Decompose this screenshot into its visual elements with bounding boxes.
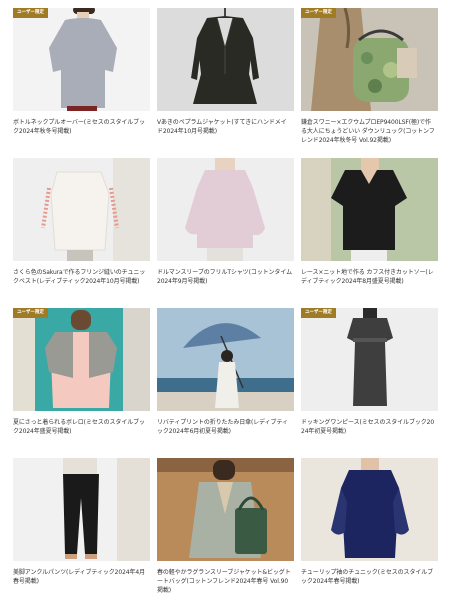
article-card[interactable]: ユーザー限定 夏にさっと着られるボレロ(ミセスのスタイルブック2024年盛夏号掲… [13, 308, 150, 458]
navy-tunic-photo [301, 458, 438, 561]
article-title: 夏にさっと着られるボレロ(ミセスのスタイルブック2024年盛夏号掲載) [13, 419, 145, 435]
raglan-jacket-bag-photo [157, 458, 294, 561]
article-grid: ユーザー限定 ボトルネックプルオーバー(ミセスのスタイルブック2024年秋冬号掲… [13, 8, 438, 608]
bolero-photo: ユーザー限定 [13, 308, 150, 411]
article-title: 鎌倉スワニー×エクウムプロEP9400LSF(極)で作る大人にちょうどいい ダウ… [301, 119, 435, 144]
member-only-badge: ユーザー限定 [13, 308, 48, 318]
article-title: さくら色のSakuraで作るフリンジ縫いのチュニックベスト(レディブティック20… [13, 269, 146, 285]
article-card[interactable]: ユーザー限定 鎌倉スワニー×エクウムプロEP9400LSF(極)で作る大人にちょ… [301, 8, 438, 158]
member-only-badge: ユーザー限定 [301, 8, 336, 18]
article-title: ドッキングワンピース(ミセスのスタイルブック2024年初夏号掲載) [301, 419, 435, 435]
parasol-photo [157, 308, 294, 411]
article-card[interactable]: リバティプリントの折りたたみ日傘(レディブティック2024年6月初夏号掲載) [157, 308, 294, 458]
article-card[interactable]: 春の軽やかラグランスリーブジャケット&ビッグトートバッグ(コットンフレンド202… [157, 458, 294, 608]
member-only-badge: ユーザー限定 [301, 308, 336, 318]
article-title: レース×ニット地で作る カフス付きカットソー(レディブティック2024年8月盛夏… [301, 269, 434, 285]
article-card[interactable]: ドルマンスリーブのフリルTシャツ(コットンタイム2024年9月号掲載) [157, 158, 294, 308]
article-title: 美脚アンクルパンツ(レディブティック2024年4月春号掲載) [13, 569, 146, 585]
member-only-badge: ユーザー限定 [13, 8, 48, 18]
article-title: ドルマンスリーブのフリルTシャツ(コットンタイム2024年9月号掲載) [157, 269, 293, 285]
pink-frill-tee-photo [157, 158, 294, 261]
grey-pullover-photo: ユーザー限定 [13, 8, 150, 111]
article-card[interactable]: ユーザー限定 ボトルネックプルオーバー(ミセスのスタイルブック2024年秋冬号掲… [13, 8, 150, 158]
article-card[interactable]: Vあきのペプラムジャケット(すてきにハンドメイド2024年10月号掲載) [157, 8, 294, 158]
article-card[interactable]: レース×ニット地で作る カフス付きカットソー(レディブティック2024年8月盛夏… [301, 158, 438, 308]
article-card[interactable]: 美脚アンクルパンツ(レディブティック2024年4月春号掲載) [13, 458, 150, 608]
article-title: チューリップ袖のチュニック(ミセスのスタイルブック2024年春号掲載) [301, 569, 434, 585]
dark-peplum-jacket-photo [157, 8, 294, 111]
article-card[interactable]: ユーザー限定 ドッキングワンピース(ミセスのスタイルブック2024年初夏号掲載) [301, 308, 438, 458]
ankle-pants-photo [13, 458, 150, 561]
docking-dress-photo: ユーザー限定 [301, 308, 438, 411]
backpack-photo: ユーザー限定 [301, 8, 438, 111]
article-title: リバティプリントの折りたたみ日傘(レディブティック2024年6月初夏号掲載) [157, 419, 288, 435]
article-card[interactable]: チューリップ袖のチュニック(ミセスのスタイルブック2024年春号掲載) [301, 458, 438, 608]
article-title: 春の軽やかラグランスリーブジャケット&ビッグトートバッグ(コットンフレンド202… [157, 569, 291, 594]
article-title: ボトルネックプルオーバー(ミセスのスタイルブック2024年秋冬号掲載) [13, 119, 145, 135]
black-lace-top-photo [301, 158, 438, 261]
article-title: Vあきのペプラムジャケット(すてきにハンドメイド2024年10月号掲載) [157, 119, 287, 135]
white-vest-photo [13, 158, 150, 261]
article-card[interactable]: さくら色のSakuraで作るフリンジ縫いのチュニックベスト(レディブティック20… [13, 158, 150, 308]
